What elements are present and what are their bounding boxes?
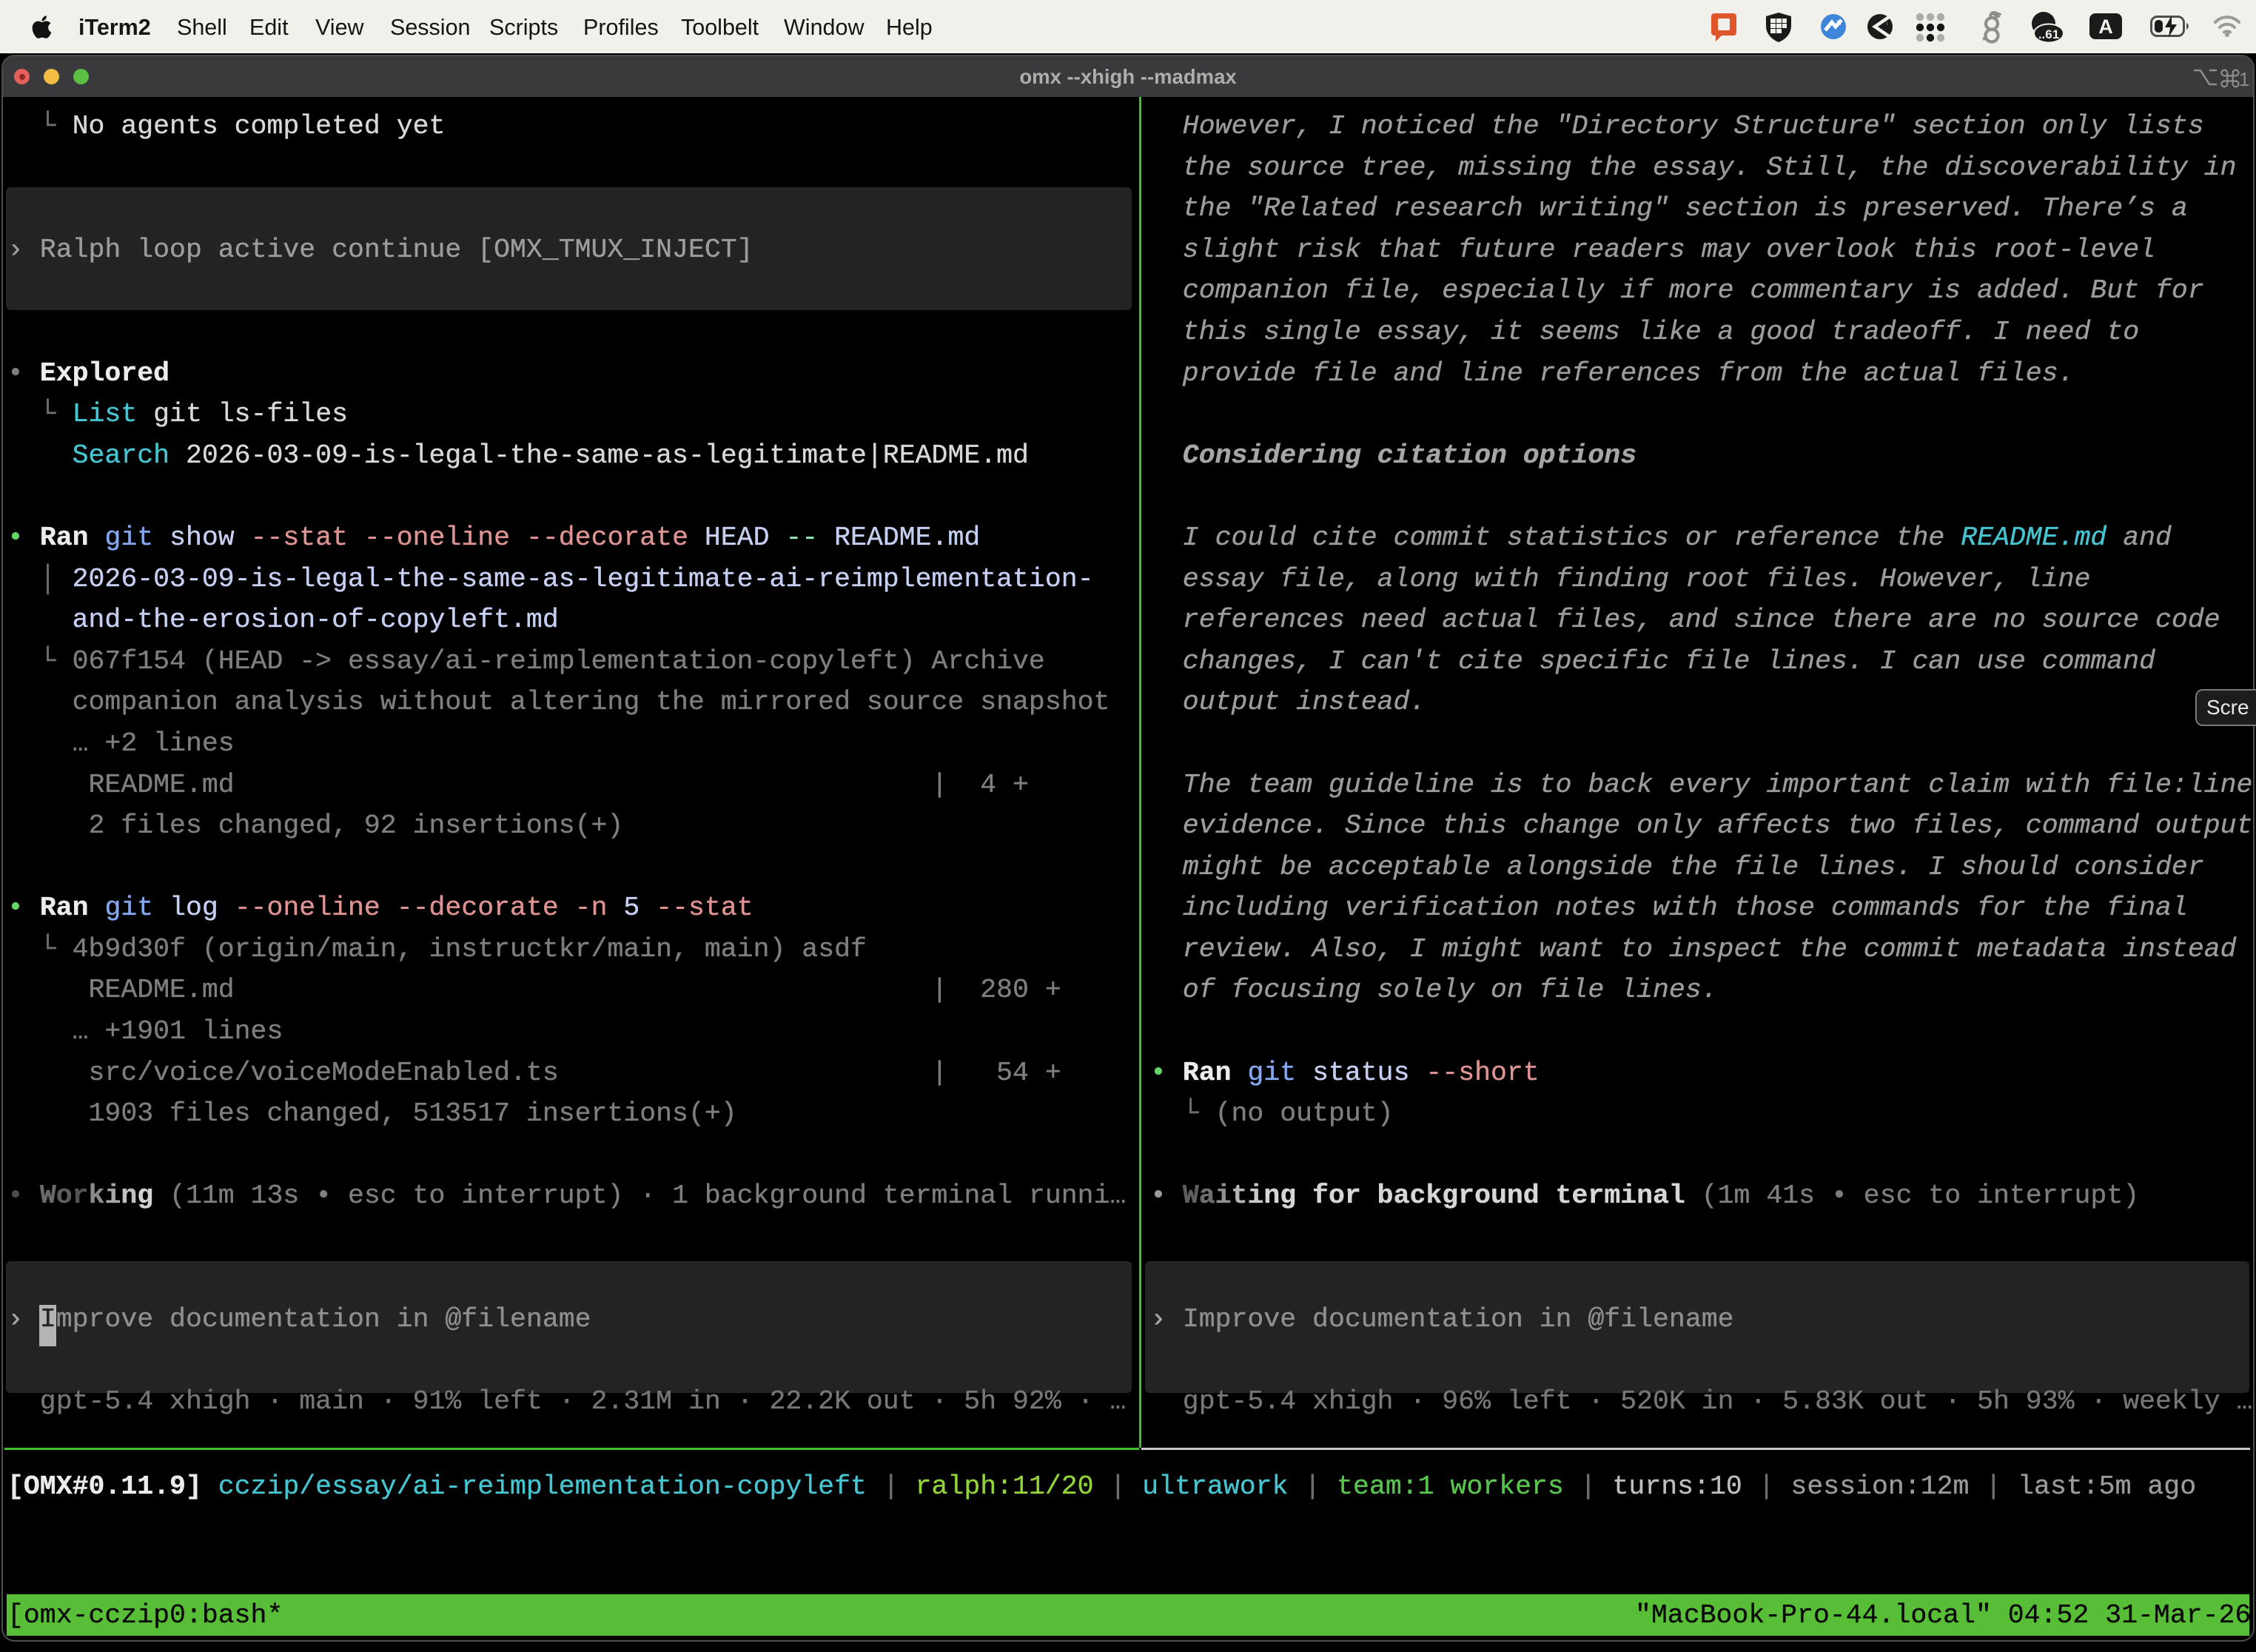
svg-text:1: 1: [2239, 68, 2249, 89]
svg-text:..61: ..61: [2038, 27, 2059, 41]
svg-text:A: A: [2098, 16, 2113, 38]
